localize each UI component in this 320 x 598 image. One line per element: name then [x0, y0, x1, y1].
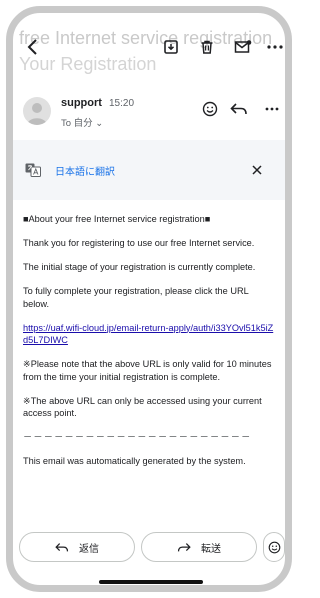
body-paragraph: To fully complete your registration, ple… [23, 286, 249, 309]
reply-label: 返信 [79, 543, 99, 555]
reply-button[interactable] [229, 99, 249, 119]
forward-icon [177, 542, 191, 551]
reply-icon [55, 542, 69, 551]
add-reaction-button[interactable] [200, 99, 220, 119]
emoji-reaction-button[interactable] [263, 532, 285, 562]
archive-button[interactable] [159, 35, 183, 59]
translate-link[interactable]: 日本語に翻訳 [55, 163, 115, 178]
recipient-line[interactable]: To 自分 ⌄ [61, 115, 103, 129]
emoji-icon [268, 541, 280, 553]
close-icon [252, 165, 262, 175]
reply-icon [230, 103, 247, 115]
mail-icon [234, 40, 252, 53]
more-horizontal-icon [267, 45, 283, 49]
body-paragraph: The initial stage of your registration i… [23, 262, 256, 272]
registration-link[interactable]: https://uaf.wifi-cloud.jp/email-return-a… [23, 323, 273, 346]
delete-button[interactable] [195, 35, 219, 59]
more-options-button[interactable] [263, 35, 285, 59]
reply-action-button[interactable]: 返信 [19, 532, 135, 562]
email-screen: free Internet service registration Your … [13, 13, 285, 585]
translate-icon [25, 163, 41, 177]
phone-frame: free Internet service registration Your … [6, 6, 292, 592]
email-body: ■About your free Internet service regist… [23, 213, 275, 479]
divider-line: －－－－－－－－－－－－－－－－－－－－－－ [23, 432, 252, 442]
archive-icon [164, 40, 178, 54]
person-icon [27, 103, 47, 125]
footer-text: This email was automatically generated b… [23, 456, 246, 466]
forward-action-button[interactable]: 転送 [141, 532, 257, 562]
more-horizontal-icon [265, 107, 279, 111]
close-translate-button[interactable] [249, 162, 265, 178]
link-paragraph: https://uaf.wifi-cloud.jp/email-return-a… [23, 322, 275, 347]
home-indicator[interactable] [99, 580, 203, 584]
avatar[interactable] [23, 97, 51, 125]
sender-header: support 15:20 To 自分 ⌄ [13, 91, 285, 139]
top-app-bar: free Internet service registration Your … [13, 13, 285, 77]
trash-icon [201, 40, 213, 54]
body-paragraph: Thank you for registering to use our fre… [23, 238, 255, 248]
sent-time: 15:20 [109, 98, 135, 109]
body-paragraph: ※Please note that the above URL is only … [23, 359, 272, 382]
message-more-button[interactable] [262, 99, 282, 119]
back-arrow-icon [27, 39, 37, 55]
mark-unread-button[interactable] [231, 35, 255, 59]
sender-name[interactable]: support [61, 97, 102, 109]
translate-banner: 日本語に翻訳 [13, 140, 285, 200]
forward-label: 転送 [201, 543, 221, 555]
emoji-icon [202, 101, 218, 117]
body-paragraph: ※The above URL can only be accessed usin… [23, 395, 262, 419]
back-button[interactable] [21, 35, 45, 59]
body-heading: ■About your free Internet service regist… [23, 214, 211, 224]
